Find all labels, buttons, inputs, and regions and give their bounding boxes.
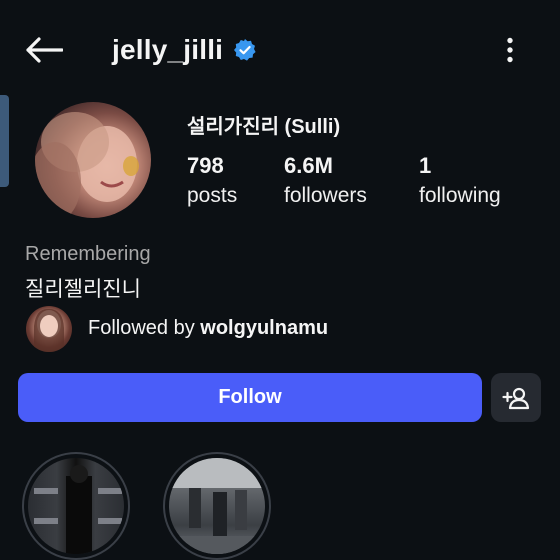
followed-by-prefix: Followed by: [88, 317, 201, 339]
stat-posts[interactable]: 798 posts: [187, 152, 237, 212]
followers-label: followers: [284, 184, 367, 207]
arrow-left-icon: [26, 37, 63, 63]
back-button[interactable]: [22, 28, 66, 72]
posts-count: 798: [187, 153, 224, 178]
suggested-users-button[interactable]: [491, 373, 541, 422]
profile-avatar[interactable]: [35, 102, 151, 218]
profile-header: jelly_jilli: [112, 28, 257, 72]
story-highlight-1-photo: [28, 458, 124, 554]
more-vertical-icon: [507, 37, 513, 63]
add-person-icon: [502, 387, 530, 409]
story-highlight-1[interactable]: [22, 452, 130, 560]
followers-count: 6.6M: [284, 153, 333, 178]
stat-following[interactable]: 1 following: [419, 152, 501, 212]
posts-label: posts: [187, 184, 238, 207]
avatar-photo: [35, 112, 139, 218]
follow-button[interactable]: Follow: [18, 373, 482, 422]
bio-text: 질리젤리진니: [25, 278, 141, 301]
verified-badge-icon: [233, 38, 257, 62]
bio-category-label: Remembering: [25, 243, 151, 265]
followed-by-avatar-photo: [34, 308, 64, 352]
display-name: 설리가진리 (Sulli): [187, 116, 341, 138]
followed-by-avatar[interactable]: [26, 306, 72, 352]
followed-by-username[interactable]: wolgyulnamu: [200, 317, 328, 339]
username: jelly_jilli: [112, 34, 224, 65]
following-count: 1: [419, 153, 432, 178]
stat-followers[interactable]: 6.6M followers: [284, 152, 367, 212]
more-options-button[interactable]: [494, 28, 526, 72]
story-highlight-2-photo: [169, 458, 265, 554]
story-highlight-2[interactable]: [163, 452, 271, 560]
side-edge-tab[interactable]: [0, 95, 9, 187]
followed-by-text[interactable]: Followed by wolgyulnamu: [88, 317, 328, 340]
following-label: following: [419, 184, 501, 207]
